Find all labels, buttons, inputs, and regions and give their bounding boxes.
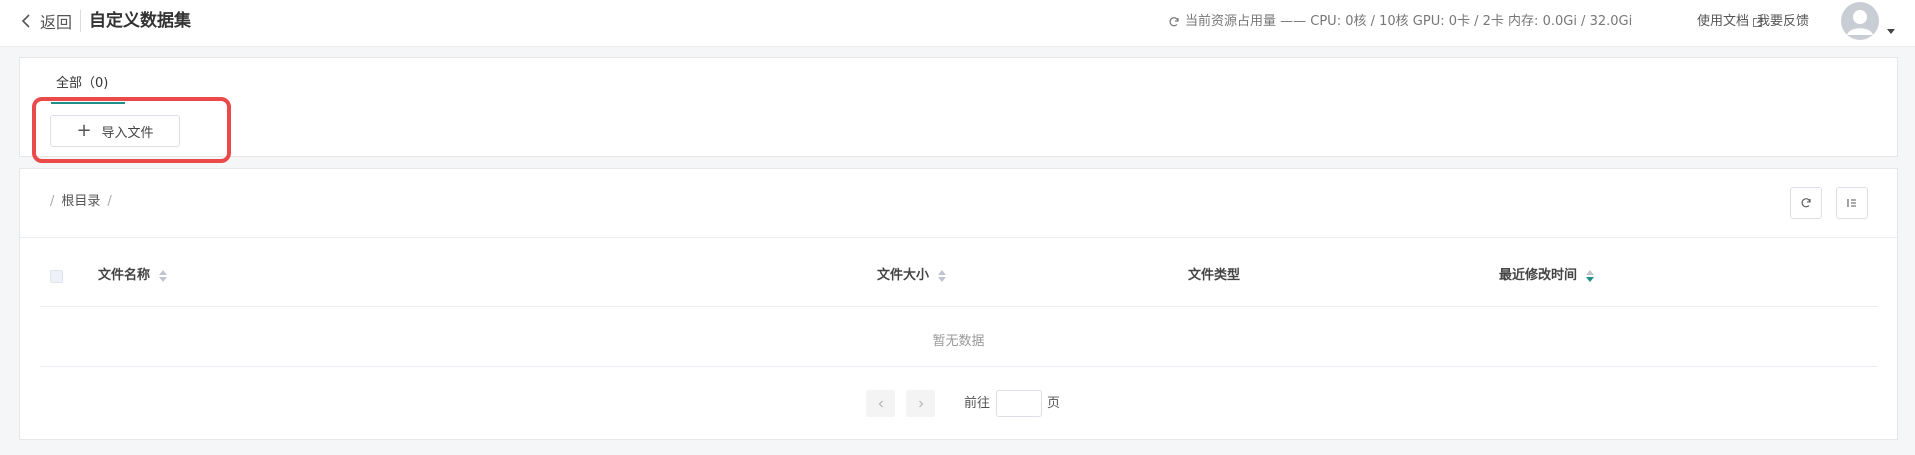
column-header-name[interactable]: 文件名称: [98, 267, 168, 285]
next-page-button[interactable]: [906, 390, 935, 417]
chevron-right-icon: [918, 400, 923, 407]
tabs-card: 全部（0) + 导入文件: [19, 57, 1898, 157]
column-label: 最近修改时间: [1499, 268, 1578, 283]
column-header-size[interactable]: 文件大小: [877, 267, 947, 285]
sort-icon[interactable]: [937, 269, 947, 283]
breadcrumb-separator: /: [50, 194, 55, 209]
column-header-modified[interactable]: 最近修改时间: [1499, 267, 1595, 285]
tab-all[interactable]: 全部（0): [56, 75, 108, 93]
chevron-left-icon: [878, 400, 883, 407]
caret-down-icon[interactable]: [1887, 29, 1895, 34]
divider: [40, 366, 1878, 367]
select-all-checkbox[interactable]: [50, 270, 63, 283]
goto-page-input[interactable]: [996, 390, 1042, 417]
breadcrumb: / 根目录 /: [50, 193, 119, 211]
top-header: 返回 自定义数据集 当前资源占用量 —— CPU: 0核 / 10核 GPU: …: [0, 0, 1915, 47]
prev-page-button[interactable]: [866, 390, 895, 417]
page-title: 自定义数据集: [89, 11, 191, 31]
columns-icon: [1847, 199, 1856, 207]
resource-usage-text: 当前资源占用量 —— CPU: 0核 / 10核 GPU: 0卡 / 2卡 内存…: [1185, 14, 1633, 29]
header-divider: [80, 10, 81, 32]
page-suffix: 页: [1047, 396, 1061, 411]
column-label: 文件大小: [877, 268, 930, 283]
column-header-type: 文件类型: [1188, 267, 1240, 285]
divider: [20, 237, 1897, 238]
feedback-link[interactable]: 我要反馈: [1757, 13, 1809, 31]
user-avatar-icon[interactable]: [1841, 2, 1879, 40]
refresh-icon[interactable]: [1168, 16, 1180, 28]
highlight-box: [32, 97, 231, 163]
empty-state: 暂无数据: [932, 334, 985, 349]
column-settings-button[interactable]: [1836, 187, 1868, 219]
goto-label: 前往: [964, 396, 991, 411]
resource-usage: 当前资源占用量 —— CPU: 0核 / 10核 GPU: 0卡 / 2卡 内存…: [1168, 13, 1632, 31]
column-label: 文件类型: [1188, 268, 1241, 283]
back-label: 返回: [40, 13, 73, 32]
docs-link[interactable]: 使用文档: [1697, 13, 1763, 31]
back-button[interactable]: 返回: [18, 9, 72, 33]
breadcrumb-root[interactable]: 根目录: [61, 194, 100, 209]
sort-icon[interactable]: [158, 269, 168, 283]
chevron-left-icon: [21, 14, 30, 28]
sort-icon[interactable]: [1585, 269, 1595, 283]
column-label: 文件名称: [98, 268, 151, 283]
docs-label: 使用文档: [1697, 14, 1750, 29]
divider: [40, 306, 1878, 307]
breadcrumb-separator: /: [107, 194, 112, 209]
refresh-icon: [1801, 198, 1811, 208]
file-table-card: / 根目录 / 文件名称 文件大小 文件类型 最近修改时间 暂无数据 前往 页: [19, 168, 1898, 440]
refresh-button[interactable]: [1790, 187, 1822, 219]
